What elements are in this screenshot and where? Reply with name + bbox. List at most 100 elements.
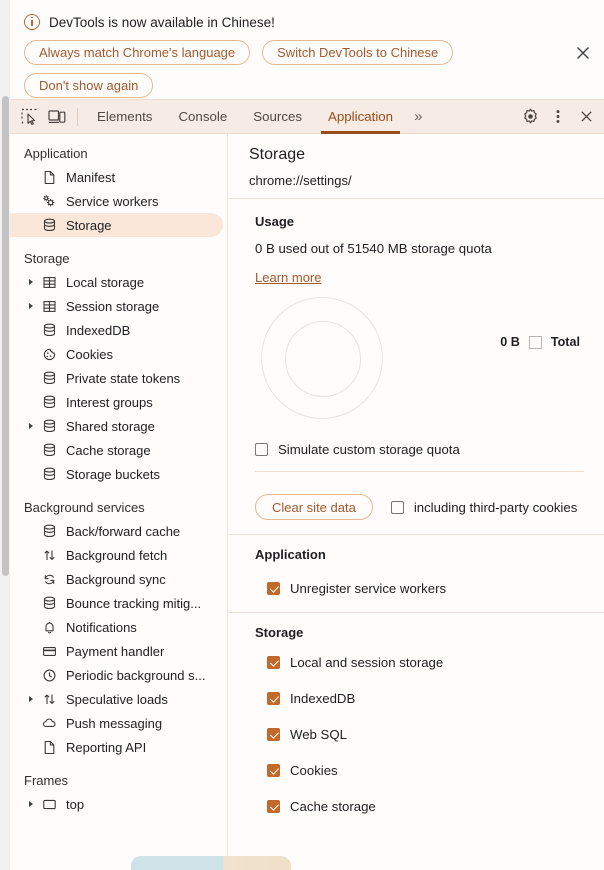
chevron-right-icon[interactable]	[24, 695, 38, 703]
third-party-cookies-label: including third-party cookies	[413, 499, 578, 515]
chevron-right-icon[interactable]	[24, 422, 38, 430]
sidebar-item-push-messaging[interactable]: Push messaging	[10, 711, 223, 735]
sidebar-item-label: Cache storage	[66, 442, 151, 458]
tab-application[interactable]: Application	[315, 100, 406, 134]
sidebar-item-background-fetch[interactable]: Background fetch	[10, 543, 223, 567]
switch-devtools-chinese-button[interactable]: Switch DevTools to Chinese	[262, 40, 454, 65]
third-party-cookies-checkbox[interactable]	[390, 500, 404, 514]
table-icon	[38, 275, 60, 290]
cache-storage-checkbox[interactable]	[267, 799, 280, 813]
chevron-right-icon[interactable]	[24, 800, 38, 808]
sidebar-item-cache-storage[interactable]: Cache storage	[10, 438, 223, 462]
more-vertical-icon[interactable]	[544, 104, 572, 130]
indexeddb-checkbox[interactable]	[267, 691, 280, 705]
sidebar-item-session-storage[interactable]: Session storage	[10, 294, 223, 318]
sidebar-item-private-state-tokens[interactable]: Private state tokens	[10, 366, 223, 390]
window-scrollbar[interactable]	[0, 0, 10, 870]
more-tabs-icon[interactable]: »	[406, 100, 428, 134]
inspect-element-icon[interactable]	[15, 104, 43, 130]
storage-block-heading: Storage	[255, 625, 304, 640]
sidebar-item-label: Service workers	[66, 193, 159, 209]
database-icon	[38, 524, 60, 539]
chevron-right-icon[interactable]	[24, 278, 38, 286]
sidebar-item-back-forward-cache[interactable]: Back/forward cache	[10, 519, 223, 543]
sidebar-item-bounce-tracking-mitigations[interactable]: Bounce tracking mitig...	[10, 591, 223, 615]
arrows-updown-icon	[38, 548, 60, 563]
section-divider	[255, 471, 584, 472]
local-and-session-storage-label: Local and session storage	[290, 654, 444, 670]
sidebar-item-label: Manifest	[66, 169, 116, 185]
local-and-session-storage-row[interactable]: Local and session storage	[267, 644, 584, 680]
sidebar-item-local-storage[interactable]: Local storage	[10, 270, 223, 294]
toolbar-right-actions	[516, 104, 604, 130]
indexeddb-row[interactable]: IndexedDB	[267, 680, 584, 716]
cookies-row[interactable]: Cookies	[267, 752, 584, 788]
sidebar-item-speculative-loads[interactable]: Speculative loads	[10, 687, 223, 711]
legend-value: 0 B	[500, 335, 520, 349]
credit-card-icon	[38, 644, 60, 659]
banner-actions: Always match Chrome's language Switch De…	[24, 40, 484, 98]
application-sidebar[interactable]: Application Manifest Service workers Sto…	[10, 134, 228, 870]
devtools-toolbar: Elements Console Sources Application »	[10, 100, 604, 134]
sidebar-item-label: top	[66, 796, 85, 812]
origin-label: chrome://settings/	[249, 173, 352, 188]
cookies-checkbox[interactable]	[267, 763, 280, 777]
tab-elements[interactable]: Elements	[84, 100, 165, 134]
sidebar-item-label: Shared storage	[66, 418, 155, 434]
device-toolbar-icon[interactable]	[43, 104, 71, 130]
sidebar-item-top-frame[interactable]: top	[10, 792, 223, 816]
sidebar-item-service-workers[interactable]: Service workers	[10, 189, 223, 213]
sidebar-group-storage-title: Storage	[24, 251, 70, 266]
always-match-language-button[interactable]: Always match Chrome's language	[24, 40, 251, 65]
banner-close-icon[interactable]	[572, 42, 594, 64]
clear-site-data-button[interactable]: Clear site data	[255, 494, 373, 520]
sync-icon	[38, 572, 60, 587]
usage-heading: Usage	[255, 214, 295, 229]
sidebar-item-shared-storage[interactable]: Shared storage	[10, 414, 223, 438]
learn-more-link[interactable]: Learn more	[255, 270, 321, 285]
simulate-custom-quota-row[interactable]: Simulate custom storage quota	[255, 442, 584, 457]
unregister-service-workers-checkbox[interactable]	[267, 581, 280, 595]
web-sql-checkbox[interactable]	[267, 727, 280, 741]
unregister-service-workers-label: Unregister service workers	[290, 580, 447, 596]
unregister-service-workers-row[interactable]: Unregister service workers	[267, 570, 584, 606]
tab-sources[interactable]: Sources	[240, 100, 315, 134]
sidebar-item-manifest[interactable]: Manifest	[10, 165, 223, 189]
cache-storage-label: Cache storage	[290, 798, 376, 814]
sidebar-item-cookies[interactable]: Cookies	[10, 342, 223, 366]
cache-storage-row[interactable]: Cache storage	[267, 788, 584, 824]
banner-message: DevTools is now available in Chinese!	[49, 14, 275, 30]
database-icon	[38, 443, 60, 458]
document-icon	[38, 740, 60, 755]
sidebar-item-label: Reporting API	[66, 739, 147, 755]
storage-panel-header: Storage chrome://settings/	[229, 134, 604, 199]
dont-show-again-button[interactable]: Don't show again	[24, 73, 154, 98]
sidebar-item-storage[interactable]: Storage	[10, 213, 223, 237]
sidebar-item-periodic-background-sync[interactable]: Periodic background s...	[10, 663, 223, 687]
sidebar-item-label: Push messaging	[66, 715, 163, 731]
sidebar-item-background-sync[interactable]: Background sync	[10, 567, 223, 591]
close-devtools-icon[interactable]	[572, 104, 600, 130]
sidebar-item-storage-buckets[interactable]: Storage buckets	[10, 462, 223, 486]
sidebar-item-label: IndexedDB	[66, 322, 131, 338]
gear-icon[interactable]	[516, 104, 544, 130]
sidebar-item-label: Local storage	[66, 274, 145, 290]
local-and-session-storage-checkbox[interactable]	[267, 655, 280, 669]
sidebar-item-payment-handler[interactable]: Payment handler	[10, 639, 223, 663]
sidebar-item-label: Cookies	[66, 346, 113, 362]
web-sql-row[interactable]: Web SQL	[267, 716, 584, 752]
sidebar-item-reporting-api[interactable]: Reporting API	[10, 735, 223, 759]
tab-console[interactable]: Console	[165, 100, 240, 134]
sidebar-item-indexeddb[interactable]: IndexedDB	[10, 318, 223, 342]
chevron-right-icon[interactable]	[24, 302, 38, 310]
legend-swatch[interactable]	[528, 335, 542, 349]
cookie-icon	[38, 347, 60, 362]
frame-icon	[38, 797, 60, 812]
sidebar-item-interest-groups[interactable]: Interest groups	[10, 390, 223, 414]
window-scrollbar-thumb[interactable]	[2, 96, 9, 576]
simulate-custom-quota-checkbox[interactable]	[255, 443, 268, 456]
third-party-cookies-row[interactable]: including third-party cookies	[390, 499, 578, 515]
clear-site-data-row: Clear site data including third-party co…	[229, 480, 604, 534]
page-content-fragment	[131, 856, 291, 870]
sidebar-item-notifications[interactable]: Notifications	[10, 615, 223, 639]
